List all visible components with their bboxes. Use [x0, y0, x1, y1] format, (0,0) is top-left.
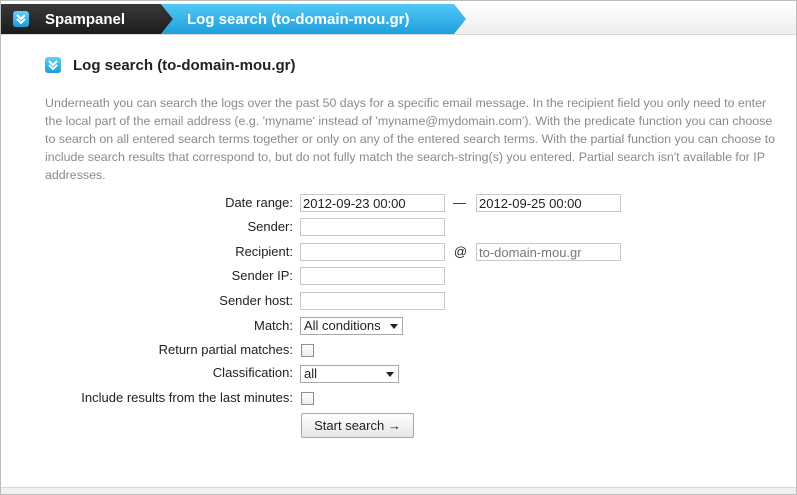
breadcrumb: Spampanel Log search (to-domain-mou.gr) [1, 1, 796, 35]
sender-host-label: Sender host: [219, 293, 293, 308]
chevron-down-icon [386, 372, 394, 377]
sender-input[interactable] [300, 218, 445, 236]
chevron-double-down-icon[interactable] [45, 57, 61, 73]
sender-ip-label: Sender IP: [231, 268, 293, 283]
last-minutes-label: Include results from the last minutes: [81, 390, 293, 405]
recipient-input[interactable] [300, 243, 445, 261]
classification-select[interactable]: all [300, 365, 399, 383]
bottom-border [1, 487, 796, 494]
match-label: Match: [253, 318, 293, 333]
last-minutes-checkbox[interactable] [301, 392, 314, 405]
date-range-separator: — [453, 195, 466, 210]
intro-text: Underneath you can search the logs over … [45, 96, 776, 182]
partial-matches-checkbox[interactable] [301, 344, 314, 357]
chevron-down-icon [390, 324, 398, 329]
breadcrumb-home-link[interactable]: Spampanel [45, 11, 125, 28]
match-select-value: All conditions [304, 318, 381, 333]
recipient-domain-field [476, 243, 621, 261]
sender-host-input[interactable] [300, 292, 445, 310]
date-from-input[interactable] [300, 194, 445, 212]
start-search-button[interactable]: Start search → [301, 413, 414, 438]
recipient-label: Recipient: [235, 244, 293, 259]
partial-matches-label: Return partial matches: [158, 342, 293, 357]
classification-select-value: all [304, 366, 318, 381]
sender-ip-input[interactable] [300, 267, 445, 285]
classification-label: Classification: [212, 365, 293, 380]
log-search-window: Spampanel Log search (to-domain-mou.gr) … [0, 0, 797, 495]
chevron-double-down-icon[interactable] [13, 11, 29, 27]
breadcrumb-current-label: Log search (to-domain-mou.gr) [187, 11, 410, 28]
date-to-input[interactable] [476, 194, 621, 212]
sender-label: Sender: [247, 219, 293, 234]
date-range-label: Date range: [225, 195, 293, 210]
at-sign: @ [453, 244, 468, 259]
match-select[interactable]: All conditions [300, 317, 403, 335]
page-title: Log search (to-domain-mou.gr) [73, 57, 296, 74]
